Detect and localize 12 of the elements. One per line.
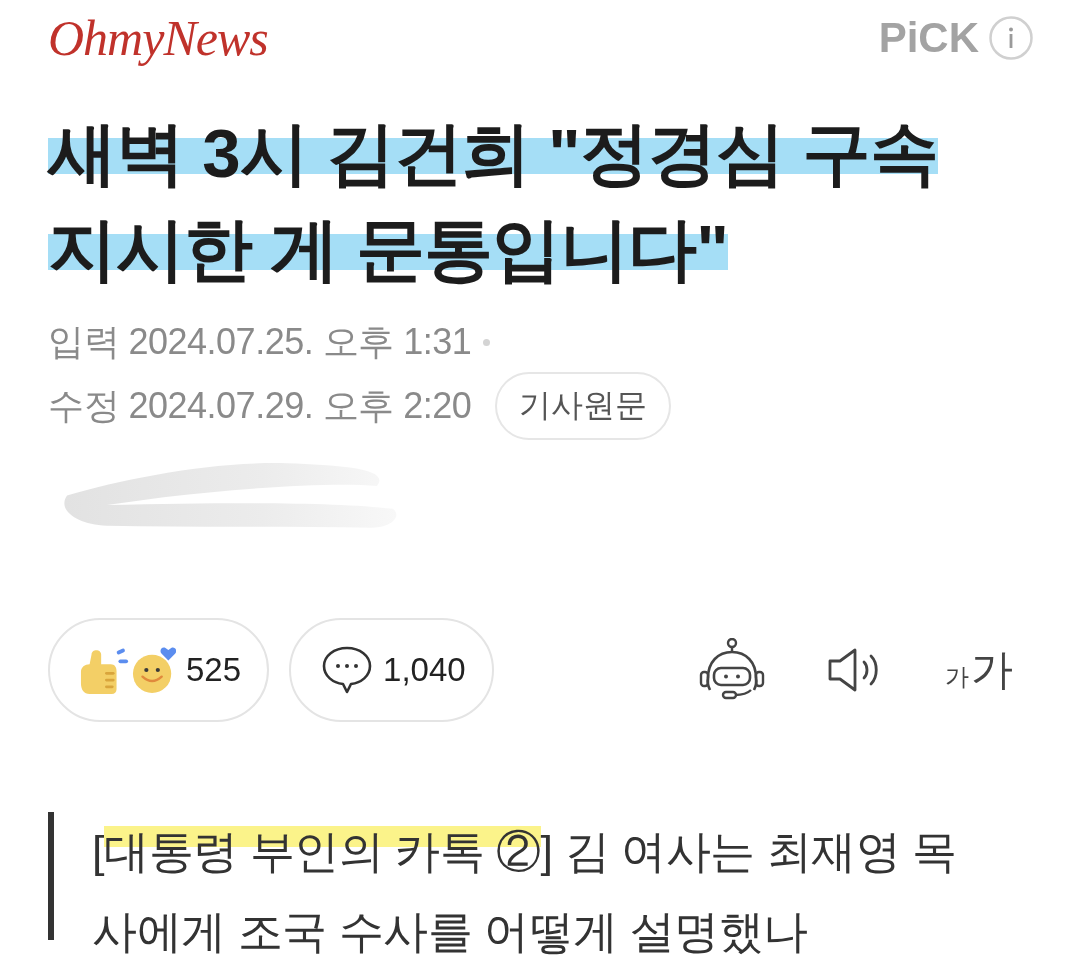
font-size-button[interactable]: 가 가 (945, 649, 1013, 691)
original-article-button[interactable]: 기사원문 (495, 372, 672, 440)
comments-button[interactable]: 1,040 (289, 618, 494, 722)
pick-label: PiCK (878, 14, 979, 62)
smiley-heart-icon (132, 645, 176, 695)
reaction-button[interactable]: 525 (48, 618, 270, 722)
robot-icon[interactable] (699, 638, 765, 702)
logo[interactable]: OhmyNews (48, 9, 268, 67)
speech-bubble-icon (321, 645, 374, 695)
timestamp: 입력 2024.07.25. 오후 1:31 (48, 319, 472, 364)
timestamp: 수정 2024.07.29. 오후 2:20 (48, 383, 472, 428)
separator-dot-icon (483, 338, 491, 346)
